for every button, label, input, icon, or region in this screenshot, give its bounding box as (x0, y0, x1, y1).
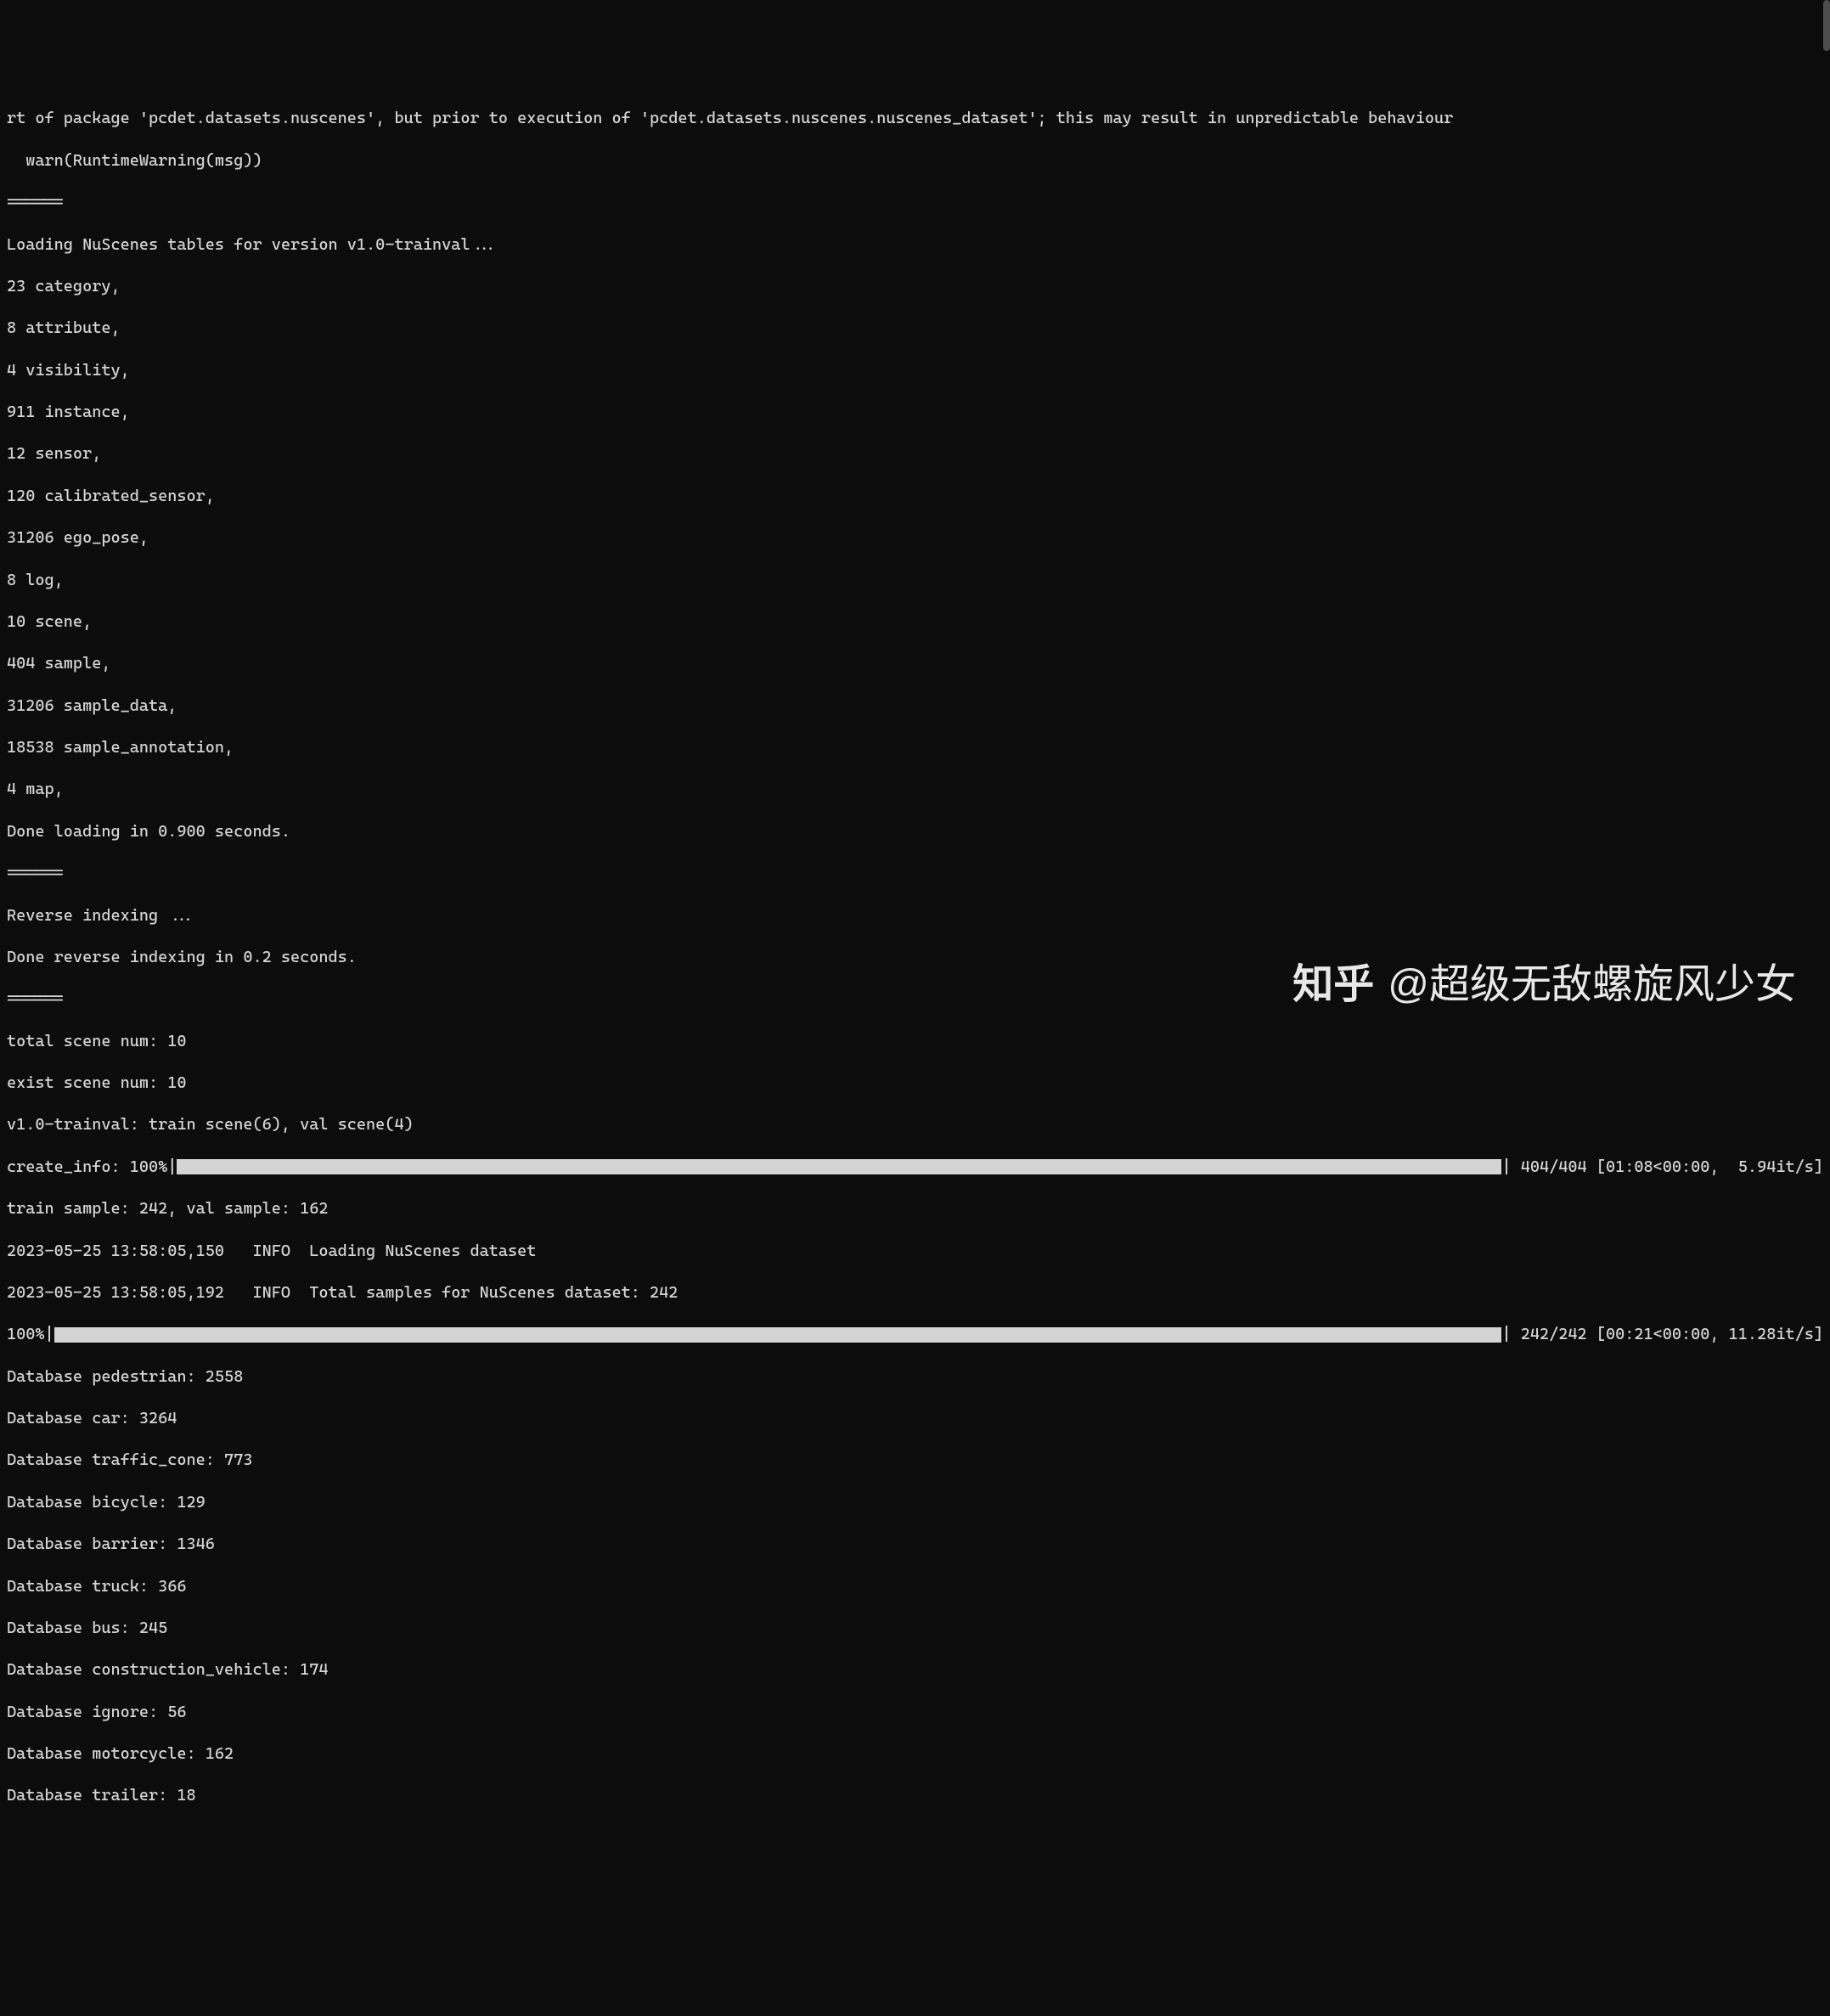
zhihu-logo-icon: 知乎 (1292, 959, 1374, 1011)
stat-visibility: 4 visibility, (7, 360, 1823, 381)
separator: ====== (7, 192, 1823, 213)
stat-map: 4 map, (7, 779, 1823, 800)
train-val-sample: train sample: 242, val sample: 162 (7, 1198, 1823, 1219)
stat-ego-pose: 31206 ego_pose, (7, 527, 1823, 549)
total-scene-num: total scene num: 10 (7, 1031, 1823, 1052)
stat-log: 8 log, (7, 570, 1823, 591)
db-barrier: Database barrier: 1346 (7, 1534, 1823, 1555)
progress-bar-fill (54, 1327, 1502, 1343)
stat-sample-annotation: 18538 sample_annotation, (7, 737, 1823, 758)
progress-label: 100%| (7, 1324, 54, 1345)
db-ignore: Database ignore: 56 (7, 1702, 1823, 1723)
warning-line-1: rt of package 'pcdet.datasets.nuscenes',… (7, 108, 1823, 129)
stat-scene: 10 scene, (7, 611, 1823, 633)
trainval-split: v1.0-trainval: train scene(6), val scene… (7, 1114, 1823, 1135)
exist-scene-num: exist scene num: 10 (7, 1073, 1823, 1094)
zhihu-watermark: 知乎 @超级无敌螺旋风少女 (1292, 959, 1796, 1011)
db-construction-vehicle: Database construction_vehicle: 174 (7, 1659, 1823, 1681)
loading-message: Loading NuScenes tables for version v1.0… (7, 234, 1823, 256)
db-bicycle: Database bicycle: 129 (7, 1492, 1823, 1513)
db-truck: Database truck: 366 (7, 1576, 1823, 1597)
stat-category: 23 category, (7, 276, 1823, 297)
stat-sample: 404 sample, (7, 653, 1823, 674)
stat-sensor: 12 sensor, (7, 443, 1823, 465)
db-car: Database car: 3264 (7, 1408, 1823, 1429)
vertical-scrollbar[interactable] (1816, 0, 1830, 1045)
progress-bar-create-info: create_info: 100%| | 404/404 [01:08<00:0… (7, 1157, 1823, 1178)
db-motorcycle: Database motorcycle: 162 (7, 1743, 1823, 1765)
separator: ====== (7, 863, 1823, 884)
reverse-indexing: Reverse indexing ... (7, 905, 1823, 926)
db-trailer: Database trailer: 18 (7, 1785, 1823, 1806)
done-loading: Done loading in 0.900 seconds. (7, 821, 1823, 842)
progress-bar-processing: 100%| | 242/242 [00:21<00:00, 11.28it/s] (7, 1324, 1823, 1345)
terminal-output[interactable]: rt of package 'pcdet.datasets.nuscenes',… (7, 87, 1823, 1827)
progress-label: create_info: 100%| (7, 1157, 177, 1178)
db-bus: Database bus: 245 (7, 1618, 1823, 1639)
db-pedestrian: Database pedestrian: 2558 (7, 1366, 1823, 1388)
progress-end-char: | (1501, 1324, 1511, 1345)
stat-calibrated-sensor: 120 calibrated_sensor, (7, 486, 1823, 507)
progress-bar-fill (177, 1159, 1501, 1174)
stat-instance: 911 instance, (7, 402, 1823, 423)
info-total-samples: 2023-05-25 13:58:05,192 INFO Total sampl… (7, 1282, 1823, 1304)
progress-stats: 242/242 [00:21<00:00, 11.28it/s] (1512, 1324, 1823, 1345)
progress-end-char: | (1501, 1157, 1511, 1178)
stat-sample-data: 31206 sample_data, (7, 695, 1823, 717)
progress-stats: 404/404 [01:08<00:00, 5.94it/s] (1512, 1157, 1823, 1178)
scrollbar-thumb[interactable] (1823, 0, 1830, 51)
info-loading-dataset: 2023-05-25 13:58:05,150 INFO Loading NuS… (7, 1241, 1823, 1262)
warning-line-2: warn(RuntimeWarning(msg)) (7, 150, 1823, 172)
watermark-username: @超级无敌螺旋风少女 (1388, 959, 1796, 1011)
stat-attribute: 8 attribute, (7, 318, 1823, 339)
db-traffic-cone: Database traffic_cone: 773 (7, 1450, 1823, 1471)
